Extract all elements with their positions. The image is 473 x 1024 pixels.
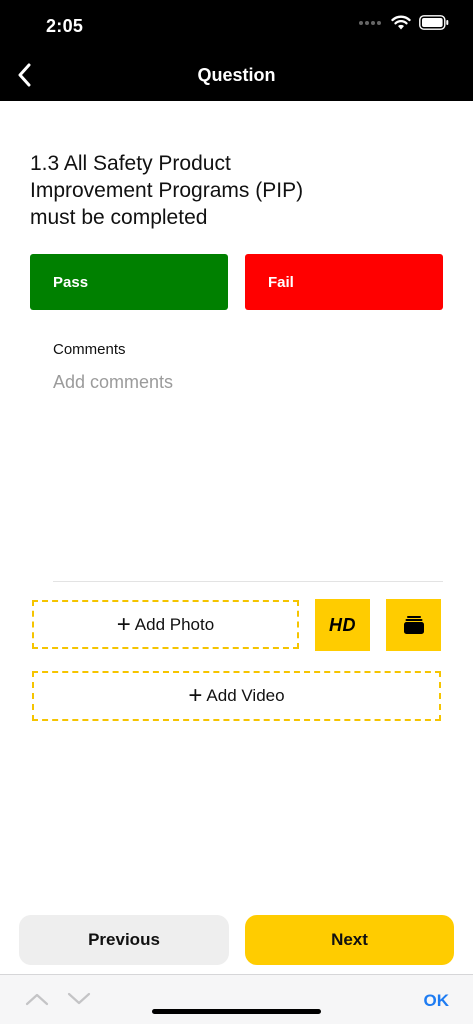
chevron-up-icon bbox=[25, 993, 49, 1006]
photo-gallery-button[interactable] bbox=[386, 599, 441, 651]
home-indicator bbox=[152, 1009, 321, 1014]
next-field-button[interactable] bbox=[66, 987, 92, 1011]
status-icons bbox=[359, 15, 449, 30]
navigation-bar: Question bbox=[0, 50, 473, 101]
page-title: Question bbox=[197, 65, 276, 85]
add-photo-button[interactable]: + Add Photo bbox=[32, 600, 299, 649]
add-photo-label: Add Photo bbox=[134, 614, 215, 634]
previous-button[interactable]: Previous bbox=[19, 915, 229, 965]
question-text: 1.3 All Safety Product Improvement Progr… bbox=[30, 152, 304, 229]
fail-button[interactable]: Fail bbox=[245, 254, 443, 310]
comments-input[interactable] bbox=[53, 372, 443, 582]
wifi-icon bbox=[391, 15, 411, 30]
status-bar: 2:05 bbox=[0, 0, 473, 50]
pass-button[interactable]: Pass bbox=[30, 254, 228, 310]
previous-field-button[interactable] bbox=[24, 987, 50, 1011]
next-button[interactable]: Next bbox=[245, 915, 454, 965]
add-video-button[interactable]: + Add Video bbox=[32, 671, 441, 721]
chevron-down-icon bbox=[67, 992, 91, 1005]
battery-icon bbox=[419, 15, 449, 30]
plus-icon: + bbox=[188, 682, 203, 709]
comments-label: Comments bbox=[53, 341, 126, 358]
cellular-signal-icon bbox=[359, 20, 381, 25]
keyboard-toolbar: OK bbox=[0, 974, 473, 1024]
status-time: 2:05 bbox=[46, 16, 84, 36]
hd-toggle-button[interactable]: HD bbox=[315, 599, 370, 651]
plus-icon: + bbox=[116, 610, 131, 638]
add-video-label: Add Video bbox=[206, 686, 285, 705]
keyboard-ok-button[interactable]: OK bbox=[424, 991, 450, 1011]
gallery-stack-icon bbox=[403, 616, 424, 634]
